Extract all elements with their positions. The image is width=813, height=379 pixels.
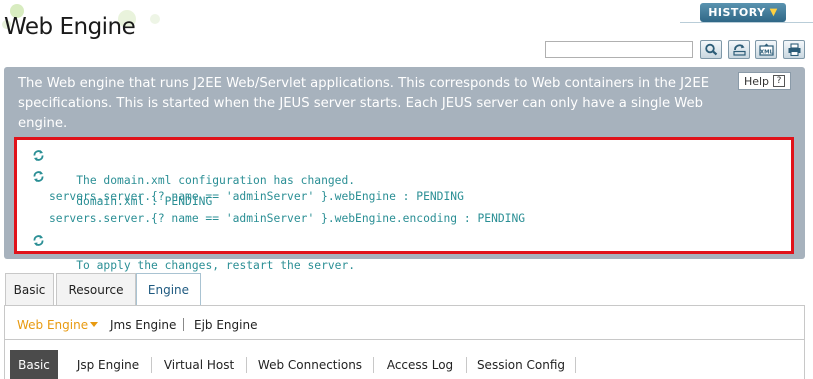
svg-text:XML: XML — [759, 50, 773, 56]
history-button[interactable]: HISTORY ▼ — [700, 3, 786, 22]
divider — [183, 318, 184, 331]
refresh-icon — [732, 44, 746, 56]
refresh-button[interactable] — [728, 40, 750, 59]
search-button[interactable] — [700, 40, 722, 59]
history-label: HISTORY — [708, 6, 766, 19]
question-icon: ? — [773, 75, 786, 87]
chevron-down-icon: ▼ — [769, 7, 778, 18]
help-button[interactable]: Help ? — [738, 72, 791, 90]
message-line: servers.server.{? name == 'adminServer' … — [49, 190, 464, 203]
tab-basic[interactable]: Basic — [5, 273, 54, 305]
tab-jsp-engine[interactable]: Jsp Engine — [65, 350, 151, 379]
subnav-jms-engine[interactable]: Jms Engine — [110, 318, 176, 332]
tab-access-log[interactable]: Access Log — [374, 350, 466, 379]
tab-engine[interactable]: Engine — [136, 273, 201, 306]
decorative-circle — [150, 14, 160, 24]
search-input[interactable] — [545, 41, 693, 58]
tab-resource[interactable]: Resource — [56, 273, 136, 305]
print-icon — [788, 43, 800, 56]
sync-icon — [33, 150, 44, 161]
help-label: Help — [743, 74, 770, 88]
export-xml-button[interactable]: XML — [755, 40, 777, 59]
sync-icon — [33, 235, 44, 246]
tab-basic-settings[interactable]: Basic — [10, 350, 58, 379]
page-title: Web Engine — [4, 14, 136, 40]
divider — [575, 357, 576, 373]
description-text: The Web engine that runs J2EE Web/Servle… — [18, 76, 710, 131]
message-line: servers.server.{? name == 'adminServer' … — [49, 212, 526, 225]
print-button[interactable] — [783, 40, 805, 59]
caret-down-icon — [90, 322, 98, 327]
subnav-web-engine[interactable]: Web Engine — [17, 318, 88, 332]
search-icon — [704, 43, 717, 56]
sync-icon — [33, 171, 44, 182]
web-engine-tabs: Basic Jsp Engine Virtual Host Web Connec… — [4, 340, 805, 379]
divider — [680, 22, 813, 23]
export-xml-icon: XML — [758, 43, 773, 56]
engine-subnav: Web Engine Jms Engine Ejb Engine — [4, 305, 805, 340]
alert-message-box: The domain.xml configuration has changed… — [14, 137, 794, 272]
subnav-ejb-engine[interactable]: Ejb Engine — [194, 318, 257, 332]
tab-virtual-host[interactable]: Virtual Host — [152, 350, 246, 379]
tab-web-connections[interactable]: Web Connections — [247, 350, 373, 379]
tab-session-config[interactable]: Session Config — [467, 350, 575, 379]
